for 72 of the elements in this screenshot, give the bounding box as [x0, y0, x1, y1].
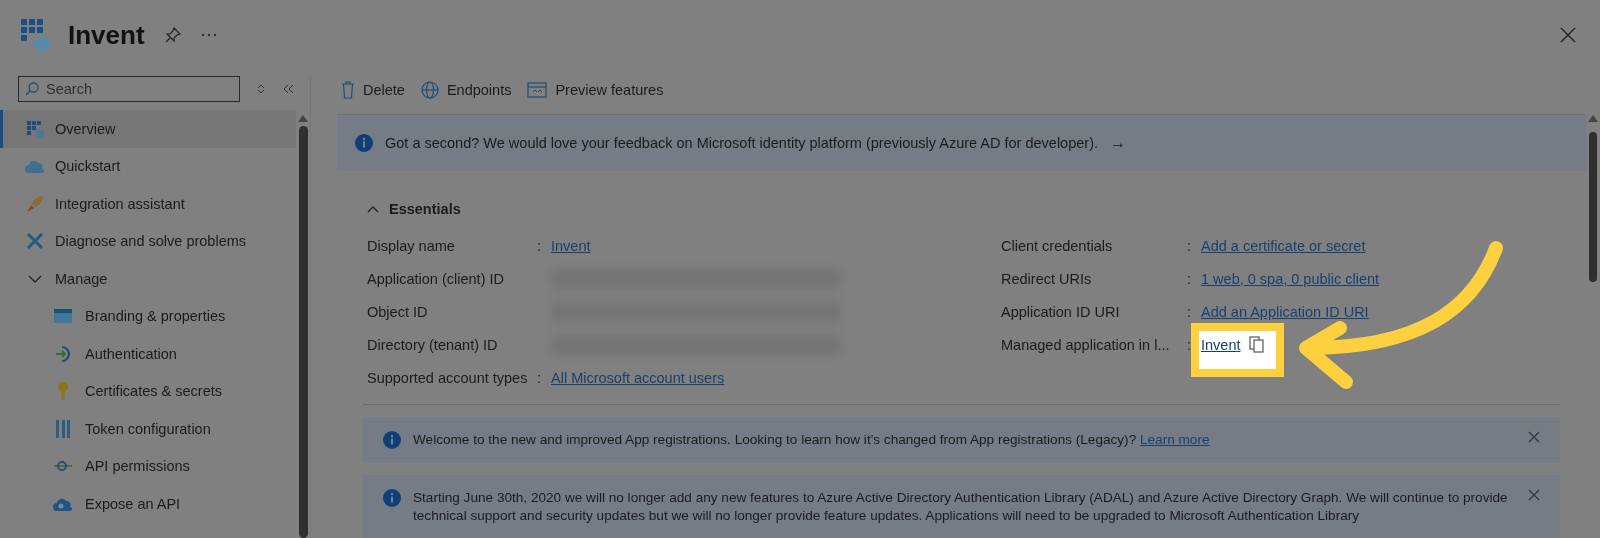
banner-text: Got a second? We would love your feedback on Microsoft identity platform (previously Azure AD for developer).	[385, 135, 1098, 151]
info-icon	[355, 134, 373, 152]
more-icon[interactable]	[200, 33, 217, 37]
nav-item[interactable]: Overview	[0, 110, 296, 148]
value-link[interactable]: Add an Application ID URI	[1201, 303, 1369, 320]
colon: :	[537, 369, 542, 386]
field-label: Supported account types	[367, 369, 529, 386]
nav-item[interactable]: Manage	[0, 260, 296, 298]
preview-icon	[527, 82, 548, 98]
notice-text: Starting June 30th, 2020 we will no longer add any new features to Azure Active Directory Authentication Library (ADAL) and Azure Active Directory Graph. We will continue to provide technical support and security updates but we will no longer provide feature updates. Applications will need to be upgraded to Microsoft Authentication Library	[413, 489, 1509, 525]
nav-item[interactable]: Expose an API	[0, 485, 296, 523]
page-title: Invent	[68, 19, 145, 51]
nav-item[interactable]: Token configuration	[0, 410, 296, 448]
field-label: Object ID	[367, 303, 429, 320]
info-icon	[383, 431, 401, 449]
colon: :	[1187, 237, 1192, 254]
grid-icon	[25, 119, 45, 138]
search-field[interactable]: Search	[18, 76, 240, 102]
colon: :	[537, 237, 542, 254]
scroll-up-icon[interactable]	[298, 114, 308, 122]
value-link[interactable]: Add a certificate or secret	[1201, 237, 1366, 254]
copy-icon[interactable]	[1248, 336, 1264, 353]
colon: :	[1187, 303, 1192, 320]
bars-icon	[53, 418, 73, 439]
close-icon[interactable]	[1528, 431, 1540, 443]
notice-text: Welcome to the new and improved App registrations. Looking to learn how it's changed from App registrations (Legacy)? Learn more	[413, 431, 1211, 449]
arrow-link[interactable]: →	[1110, 134, 1126, 152]
nav-item[interactable]: API permissions	[0, 447, 296, 485]
field-label: Client credentials	[1001, 237, 1114, 254]
scrollbar-thumb[interactable]	[1589, 132, 1597, 282]
nav-item[interactable]: Diagnose and solve problems	[0, 222, 296, 260]
field-label: Display name	[367, 237, 456, 254]
chevron-icon	[367, 205, 379, 213]
colon: :	[1187, 336, 1192, 353]
nav-item[interactable]: Quickstart	[0, 147, 296, 185]
value-link[interactable]: Invent	[551, 237, 591, 254]
nav-item[interactable]: Authentication	[0, 335, 296, 373]
sign-in-icon	[53, 344, 73, 363]
nav-item[interactable]: Certificates & secrets	[0, 372, 296, 410]
value-link[interactable]: 1 web, 0 spa, 0 public client	[1201, 270, 1380, 287]
toolbar-button[interactable]: Preview features	[527, 82, 664, 98]
cloud-icon	[25, 159, 45, 174]
nav-item[interactable]: Integration assistant	[0, 185, 296, 223]
cloud-icon	[53, 496, 73, 511]
search-icon	[25, 82, 39, 96]
field-label: Directory (tenant) ID	[367, 336, 499, 353]
essentials-toggle[interactable]: Essentials	[363, 201, 461, 217]
value-link[interactable]: All Microsoft account users	[551, 369, 725, 386]
field-label: Application ID URI	[1001, 303, 1121, 320]
scroll-up-icon[interactable]	[1588, 114, 1598, 122]
pin-icon[interactable]	[164, 27, 181, 43]
scrollbar-thumb[interactable]	[298, 126, 308, 538]
tools-icon	[25, 232, 45, 251]
info-icon	[383, 489, 401, 507]
nav-item[interactable]: Branding & properties	[0, 297, 296, 335]
field-label: Redirect URIs	[1001, 270, 1093, 287]
globe-icon	[420, 81, 439, 99]
field-label: Managed application in l...	[1001, 336, 1171, 353]
card-icon	[53, 308, 73, 325]
colon: :	[1187, 270, 1192, 287]
close-icon[interactable]	[1528, 489, 1540, 501]
app-grid-icon	[20, 18, 52, 52]
field-label: Application (client) ID	[367, 270, 505, 287]
learn-more-link[interactable]: Learn more	[1140, 432, 1210, 447]
close-icon[interactable]	[1560, 27, 1576, 43]
api-icon	[53, 460, 73, 473]
value-link[interactable]: Invent	[1201, 336, 1241, 353]
sort-icon[interactable]	[256, 83, 266, 95]
trash-icon	[341, 81, 355, 99]
toolbar-button[interactable]: Delete	[341, 81, 405, 99]
toolbar-button[interactable]: Endpoints	[420, 81, 512, 99]
collapse-icon[interactable]	[282, 84, 294, 94]
